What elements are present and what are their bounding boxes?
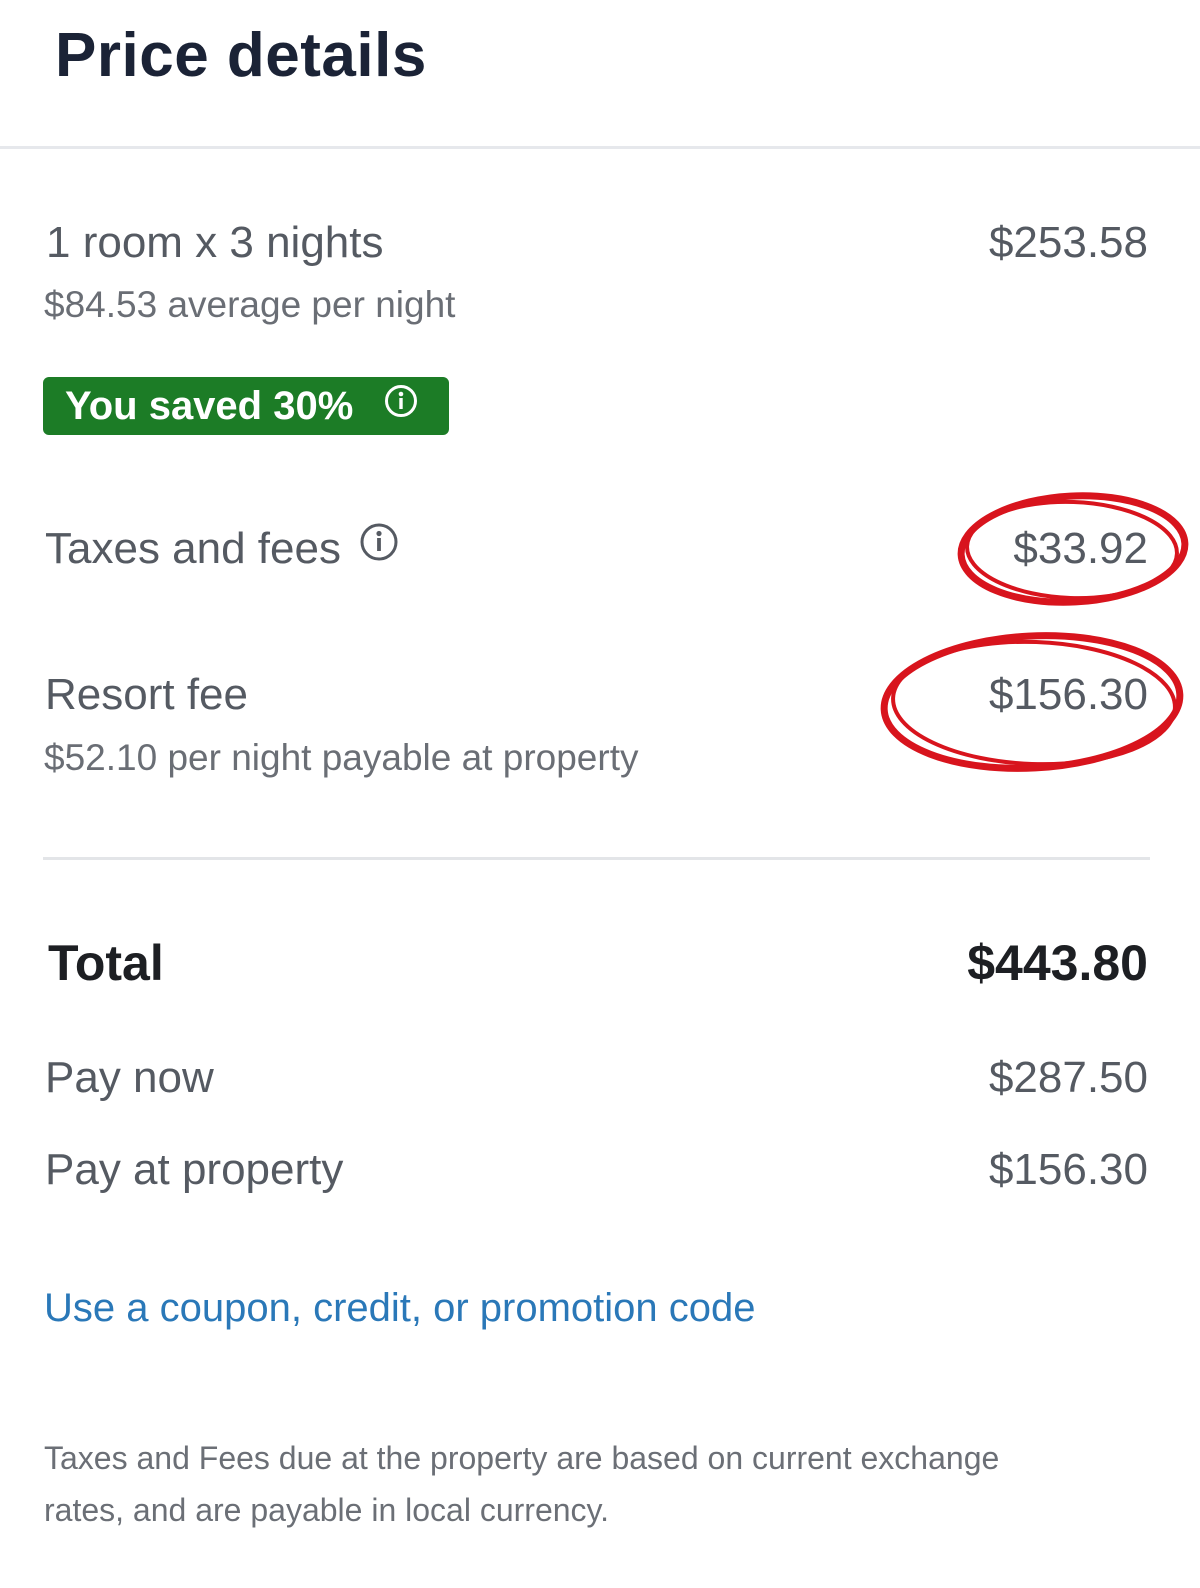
pay-at-property-amount: $156.30 <box>988 1145 1148 1194</box>
pay-now-amount: $287.50 <box>988 1053 1148 1102</box>
total-label: Total <box>48 935 164 991</box>
room-nights-label: 1 room x 3 nights <box>46 218 384 267</box>
resort-fee-detail: $52.10 per night payable at property <box>44 737 639 778</box>
info-icon[interactable] <box>359 522 399 573</box>
page-title: Price details <box>55 21 427 90</box>
resort-fee-label: Resort fee <box>45 670 248 719</box>
pay-at-property-label: Pay at property <box>45 1145 344 1194</box>
savings-badge[interactable]: You saved 30% <box>43 377 449 435</box>
price-details-panel: Price details 1 room x 3 nights $253.58 … <box>0 0 1200 1588</box>
divider <box>43 857 1150 860</box>
savings-badge-label: You saved 30% <box>65 384 354 428</box>
taxes-fees-amount: $33.92 <box>1013 524 1148 573</box>
total-amount: $443.80 <box>967 935 1148 991</box>
disclaimer-text: Taxes and Fees due at the property are b… <box>44 1440 1000 1528</box>
taxes-fees-row: Taxes and fees <box>45 522 399 577</box>
info-icon[interactable] <box>384 376 418 434</box>
room-nights-amount: $253.58 <box>988 218 1148 267</box>
resort-fee-amount: $156.30 <box>988 670 1148 719</box>
taxes-fees-label: Taxes and fees <box>45 524 341 573</box>
coupon-link[interactable]: Use a coupon, credit, or promotion code <box>44 1286 756 1331</box>
average-per-night-text: $84.53 average per night <box>44 284 456 325</box>
panel-header: Price details <box>0 0 1200 149</box>
pay-now-label: Pay now <box>45 1053 214 1102</box>
